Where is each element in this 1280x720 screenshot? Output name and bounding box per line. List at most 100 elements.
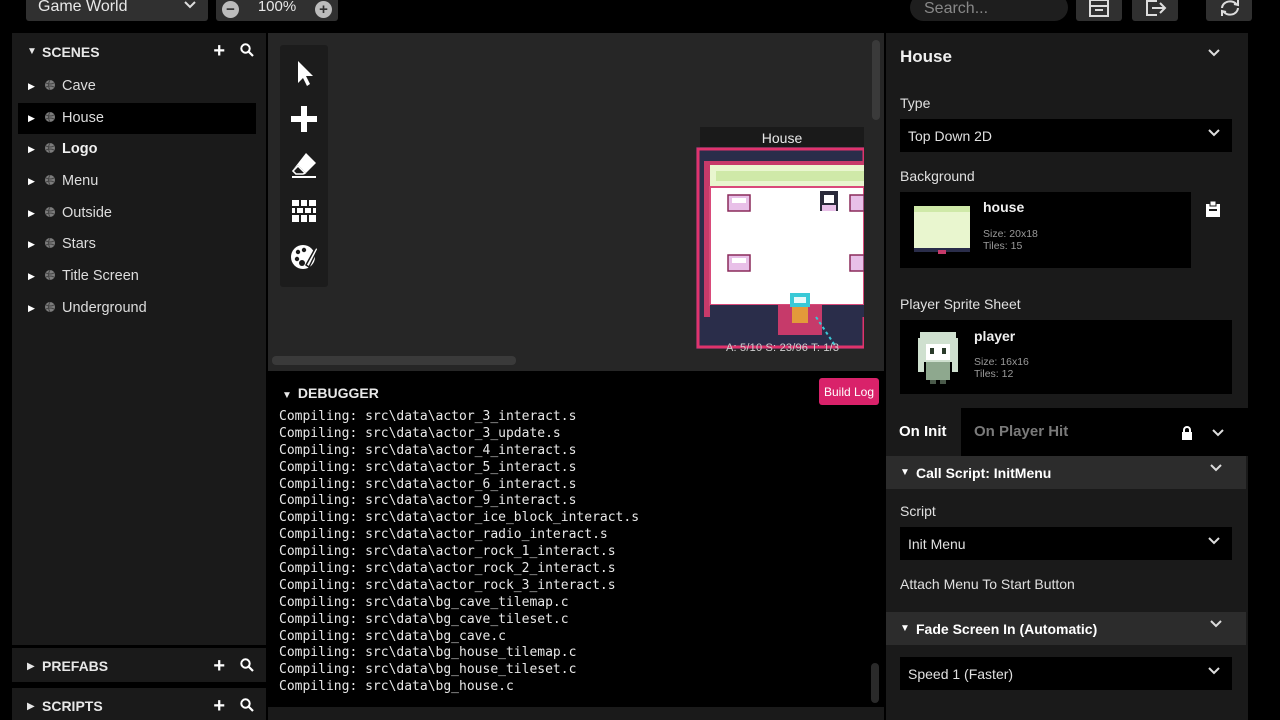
wall-sign-3 [727, 254, 751, 272]
fade-speed-value: Speed 1 (Faster) [908, 666, 1014, 682]
fade-speed-select[interactable]: Speed 1 (Faster) [900, 657, 1232, 690]
sidebar-item-label: Outside [62, 204, 112, 221]
type-label: Type [900, 95, 931, 111]
sidebar-item-scene[interactable]: ▶ Cave [12, 71, 266, 103]
log-line: Compiling: src\data\bg_house.c [279, 679, 514, 695]
triangle-down-icon: ▼ [900, 467, 910, 478]
sidebar-item-label: House [62, 109, 104, 126]
export-button[interactable] [1132, 0, 1178, 21]
sprite-sheet-label: Player Sprite Sheet [900, 296, 1021, 312]
inspector-scrollbar[interactable] [1248, 40, 1258, 720]
globe-icon [45, 301, 55, 313]
scene-status-readout: A: 5/10 S: 23/96 T: 1/3 [726, 342, 840, 354]
add-script-button[interactable]: + [213, 695, 225, 718]
clipboard-icon[interactable] [1205, 200, 1221, 218]
zoom-in-button[interactable]: + [315, 1, 332, 18]
tab-on-init[interactable]: On Init [886, 408, 961, 456]
paint-tool[interactable] [288, 241, 320, 273]
attach-menu-note: Attach Menu To Start Button [900, 576, 1075, 592]
sidebar-item-scene[interactable]: ▶ Underground [12, 293, 266, 325]
sidebar-item-scene[interactable]: ▶ Logo [12, 134, 266, 166]
lock-icon[interactable] [1181, 426, 1193, 440]
window-button[interactable] [1076, 0, 1122, 21]
log-line: Compiling: src\data\actor_rock_1_interac… [279, 544, 616, 560]
scene-title[interactable]: House [700, 127, 864, 147]
event-call-script-title: Call Script: InitMenu [916, 465, 1052, 481]
event-call-script-header[interactable]: ▼ Call Script: InitMenu [886, 456, 1246, 489]
zoom-out-button[interactable]: − [222, 1, 239, 18]
background-tiles: Tiles: 15 [983, 240, 1023, 252]
select-tool[interactable] [288, 57, 320, 89]
triangle-right-icon[interactable]: ▶ [28, 81, 35, 92]
triangle-right-icon[interactable]: ▶ [28, 176, 35, 187]
log-line: Compiling: src\data\bg_cave_tileset.c [279, 611, 569, 627]
log-line: Compiling: src\data\actor_rock_3_interac… [279, 577, 616, 593]
search-icon[interactable] [240, 698, 254, 712]
sprite-tiles: Tiles: 12 [974, 368, 1014, 380]
sprite-size: Size: 16x16 [974, 356, 1029, 368]
script-select[interactable]: Init Menu [900, 527, 1232, 560]
canvas-vertical-scrollbar[interactable] [872, 40, 880, 120]
log-line: Compiling: src\data\actor_6_interact.s [279, 476, 577, 492]
world-select[interactable]: Game World [26, 0, 208, 21]
event-fade-screen-header[interactable]: ▼ Fade Screen In (Automatic) [886, 612, 1246, 645]
sidebar-item-scene[interactable]: ▶ House [18, 102, 256, 135]
scene-type-value: Top Down 2D [908, 128, 993, 144]
chevron-down-icon[interactable] [1208, 49, 1220, 57]
scene-type-select[interactable]: Top Down 2D [900, 119, 1232, 152]
add-prefab-button[interactable]: + [213, 655, 225, 678]
globe-icon [45, 269, 55, 281]
triangle-right-icon[interactable]: ▶ [28, 303, 35, 314]
triangle-right-icon[interactable]: ▶ [28, 239, 35, 250]
log-footer [268, 707, 884, 720]
log-line: Compiling: src\data\bg_cave_tilemap.c [279, 594, 569, 610]
player-sprite-select[interactable]: player Size: 16x16 Tiles: 12 [900, 320, 1232, 394]
scene-preview[interactable] [696, 147, 864, 349]
triangle-right-icon[interactable]: ▶ [28, 208, 35, 219]
triangle-right-icon[interactable]: ▶ [28, 144, 35, 155]
prefabs-section-header[interactable]: ▶ PREFABS + [12, 648, 266, 684]
triangle-right-icon[interactable]: ▶ [28, 271, 35, 282]
log-line: Compiling: src\data\bg_house_tileset.c [279, 662, 577, 678]
sidebar-item-label: Logo [62, 141, 98, 158]
search-input[interactable]: Search... [910, 0, 1068, 21]
zoom-value: 100% [257, 0, 297, 15]
chevron-down-icon [1210, 620, 1222, 628]
sidebar-item-label: Menu [62, 173, 99, 190]
triangle-right-icon: ▶ [27, 701, 35, 712]
sidebar-item-scene[interactable]: ▶ Stars [12, 229, 266, 261]
build-log-button[interactable]: Build Log [819, 378, 879, 405]
scripts-title: SCRIPTS [42, 698, 103, 714]
background-size: Size: 20x18 [983, 228, 1038, 240]
scripts-section-header[interactable]: ▶ SCRIPTS + [12, 688, 266, 720]
sidebar-item-scene[interactable]: ▶ Menu [12, 166, 266, 198]
log-line: Compiling: src\data\actor_rock_2_interac… [279, 561, 616, 577]
tab-on-player-hit[interactable]: On Player Hit [974, 423, 1068, 440]
log-line: Compiling: src\data\actor_3_update.s [279, 425, 561, 441]
background-select[interactable]: house Size: 20x18 Tiles: 15 [900, 192, 1191, 268]
refresh-button[interactable] [1206, 0, 1252, 21]
wall-sign-2 [849, 194, 864, 212]
search-icon[interactable] [240, 658, 254, 672]
debugger-header[interactable]: ▼ DEBUGGER [282, 385, 379, 401]
sidebar-item-label: Title Screen [62, 268, 139, 285]
log-scrollbar[interactable] [871, 663, 879, 703]
log-line: Compiling: src\data\actor_4_interact.s [279, 442, 577, 458]
sidebar-item-scene[interactable]: ▶ Outside [12, 198, 266, 230]
add-scene-button[interactable]: + [213, 40, 225, 63]
chevron-down-icon[interactable] [1212, 429, 1224, 437]
globe-icon [45, 143, 55, 154]
sidebar-item-scene[interactable]: ▶ Title Screen [12, 261, 266, 293]
log-line: Compiling: src\data\bg_house_tilemap.c [279, 645, 577, 661]
eraser-tool[interactable] [288, 149, 320, 181]
triangle-down-icon: ▼ [282, 390, 292, 401]
search-icon[interactable] [240, 43, 254, 57]
canvas-horizontal-scrollbar[interactable] [272, 356, 516, 365]
triangle-right-icon[interactable]: ▶ [28, 113, 35, 124]
scenes-section-header[interactable]: ▼ SCENES + [12, 33, 266, 69]
background-label: Background [900, 168, 975, 184]
collision-tool[interactable] [288, 195, 320, 227]
add-tool[interactable] [288, 103, 320, 135]
log-line: Compiling: src\data\actor_3_interact.s [279, 409, 577, 424]
background-thumbnail [912, 202, 972, 256]
